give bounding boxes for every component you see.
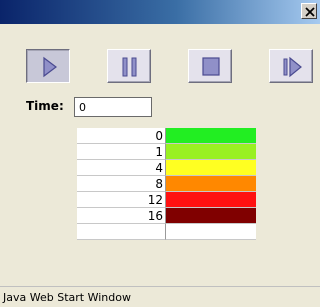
legend-value	[77, 224, 166, 240]
legend-row: 16	[77, 208, 256, 224]
legend-swatch	[166, 144, 256, 160]
title-bar	[0, 0, 320, 24]
legend-row: 8	[77, 176, 256, 192]
pause-icon	[122, 57, 137, 77]
pause-button[interactable]	[107, 49, 151, 83]
legend-swatch	[166, 128, 256, 144]
legend-swatch	[166, 208, 256, 224]
play-icon	[43, 56, 57, 78]
legend-swatch	[166, 176, 256, 192]
stop-button[interactable]	[188, 49, 232, 83]
close-icon	[305, 7, 315, 17]
time-label: Time:	[26, 99, 64, 113]
legend-row: 1	[77, 144, 256, 160]
stop-icon	[202, 57, 220, 76]
legend-row: 4	[77, 160, 256, 176]
legend-swatch	[166, 192, 256, 208]
legend-value: 12	[77, 192, 166, 208]
play-button[interactable]	[26, 49, 70, 83]
legend-row: 0	[77, 128, 256, 144]
legend-row	[77, 224, 256, 240]
legend-value: 4	[77, 160, 166, 176]
step-forward-button[interactable]	[269, 49, 313, 83]
step-forward-icon	[283, 56, 302, 78]
legend-row: 12	[77, 192, 256, 208]
playback-toolbar	[26, 49, 313, 83]
main-panel: Time: 0 0 1 4 8 12 16	[0, 24, 320, 286]
status-text: Java Web Start Window	[3, 291, 131, 304]
color-legend-table: 0 1 4 8 12 16	[77, 128, 256, 240]
legend-value: 16	[77, 208, 166, 224]
legend-swatch	[166, 160, 256, 176]
status-bar: Java Web Start Window	[0, 286, 320, 307]
time-input[interactable]: 0	[74, 97, 152, 117]
legend-value: 8	[77, 176, 166, 192]
legend-value: 0	[77, 128, 166, 144]
legend-swatch	[166, 224, 256, 240]
close-button[interactable]	[301, 3, 317, 19]
legend-value: 1	[77, 144, 166, 160]
